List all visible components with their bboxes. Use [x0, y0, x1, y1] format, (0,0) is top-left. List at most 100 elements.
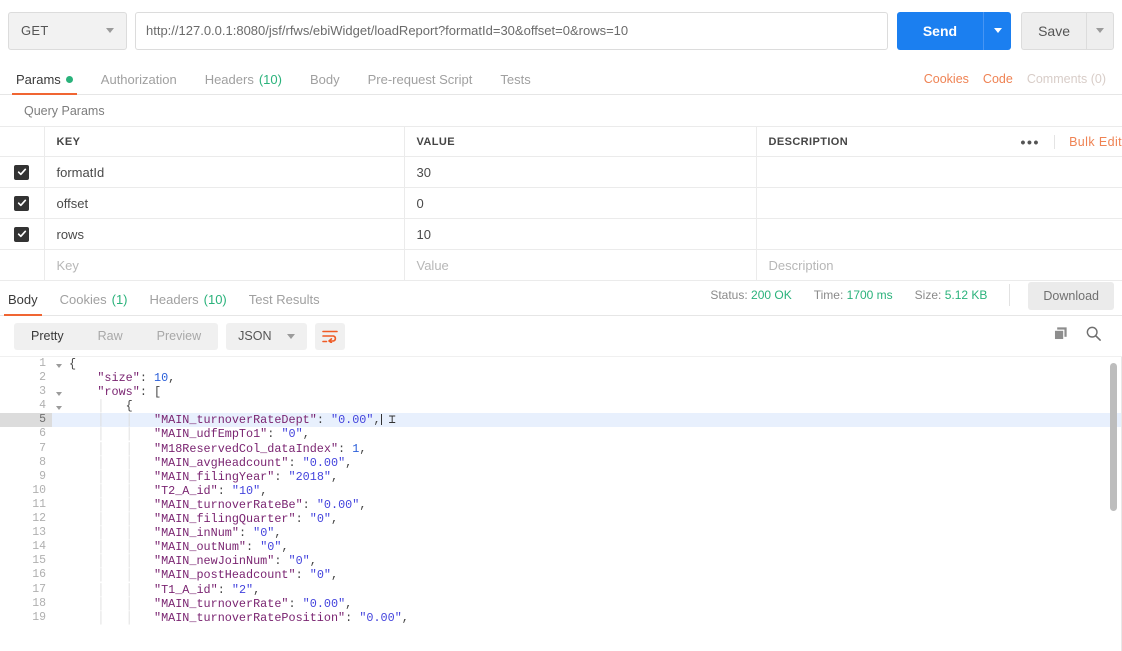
param-description[interactable] [756, 218, 1122, 250]
code-text: │ │ "MAIN_udfEmpTo1": "0", [65, 427, 1122, 441]
table-row[interactable]: formatId 30 [0, 156, 1122, 188]
table-row-placeholder[interactable]: Key Value Description [0, 249, 1122, 281]
request-tab-links: Cookies Code Comments (0) [924, 72, 1106, 94]
code-line[interactable]: 1{ [0, 357, 1122, 371]
line-number: 8 [39, 455, 46, 469]
response-tab-headers[interactable]: Headers (10) [150, 293, 227, 315]
more-options-icon[interactable]: ••• [1007, 135, 1055, 149]
send-button[interactable]: Send [896, 11, 984, 50]
code-line[interactable]: 5 │ │ "MAIN_turnoverRateDept": "0.00", ⌶ [0, 413, 1122, 428]
chevron-down-icon [1096, 28, 1104, 33]
fold-toggle-icon[interactable] [52, 399, 65, 413]
fold-toggle-icon[interactable] [52, 385, 65, 399]
tab-tests[interactable]: Tests [500, 73, 530, 94]
save-button[interactable]: Save [1021, 11, 1086, 50]
token-p: , [345, 455, 353, 470]
param-key[interactable]: offset [44, 187, 405, 219]
code-line[interactable]: 13 │ │ "MAIN_inNum": "0", [0, 526, 1122, 540]
code-line[interactable]: 9 │ │ "MAIN_filingYear": "2018", [0, 470, 1122, 484]
status-label: Status: [710, 288, 748, 302]
token-k: "MAIN_turnoverRateBe" [153, 497, 303, 512]
download-button[interactable]: Download [1028, 282, 1114, 310]
response-tab-cookies[interactable]: Cookies (1) [60, 293, 128, 315]
save-options-button[interactable] [1086, 11, 1114, 50]
tab-label: Test Results [248, 292, 320, 307]
send-options-button[interactable] [983, 11, 1012, 50]
table-row[interactable]: offset 0 [0, 187, 1122, 219]
comments-link[interactable]: Comments (0) [1027, 72, 1106, 86]
param-value-placeholder[interactable]: Value [404, 249, 757, 281]
code-link[interactable]: Code [983, 72, 1013, 86]
code-line[interactable]: 17 │ │ "T1_A_id": "2", [0, 583, 1122, 597]
param-value[interactable]: 30 [404, 156, 757, 188]
token-k: "MAIN_filingYear" [153, 469, 275, 484]
indent-guide: │ [125, 512, 154, 527]
tab-params[interactable]: Params [12, 73, 77, 95]
view-mode-raw[interactable]: Raw [81, 323, 140, 350]
checkbox-checked-icon[interactable] [14, 226, 30, 242]
table-row[interactable]: rows 10 [0, 218, 1122, 250]
code-line[interactable]: 4 │ { [0, 399, 1122, 413]
response-tab-test-results[interactable]: Test Results [249, 293, 320, 315]
code-line[interactable]: 7 │ │ "M18ReservedCol_dataIndex": 1, [0, 442, 1122, 456]
code-scroll-area[interactable]: 1{2 "size": 10, 3 "rows": [4 │ {5 │ │ "MA… [0, 357, 1122, 651]
checkbox-checked-icon[interactable] [14, 164, 30, 180]
fold-toggle-icon[interactable] [52, 357, 65, 371]
response-tab-body[interactable]: Body [4, 293, 42, 316]
indent-guide: │ [97, 413, 126, 428]
http-method-select[interactable]: GET [8, 11, 127, 50]
cookies-link[interactable]: Cookies [924, 72, 969, 86]
code-line[interactable]: 10 │ │ "T2_A_id": "10", [0, 484, 1122, 498]
code-line[interactable]: 6 │ │ "MAIN_udfEmpTo1": "0", [0, 427, 1122, 441]
checkbox-checked-icon[interactable] [14, 195, 30, 211]
url-input[interactable]: http://127.0.0.1:8080/jsf/rfws/ebiWidget… [135, 11, 888, 50]
word-wrap-button[interactable] [315, 322, 346, 350]
view-mode-preview[interactable]: Preview [140, 323, 218, 350]
column-header-key: KEY [44, 126, 405, 157]
scrollbar-thumb[interactable] [1110, 363, 1117, 511]
token-s: "0.00" [302, 596, 346, 611]
token-p: , [373, 413, 381, 428]
request-tabs: Params Authorization Headers (10) Body P… [12, 61, 559, 95]
search-button[interactable] [1085, 325, 1102, 347]
code-line[interactable]: 19 │ │ "MAIN_turnoverRatePosition": "0.0… [0, 611, 1122, 625]
code-text: │ │ "MAIN_newJoinNum": "0", [65, 554, 1122, 568]
code-line[interactable]: 18 │ │ "MAIN_turnoverRate": "0.00", [0, 597, 1122, 611]
indent-guide [69, 512, 97, 526]
copy-button[interactable] [1052, 325, 1069, 347]
tab-authorization[interactable]: Authorization [101, 73, 177, 94]
param-key[interactable]: formatId [44, 156, 405, 188]
code-vertical-scrollbar[interactable] [1108, 357, 1118, 651]
token-p: : [302, 497, 317, 512]
tab-body[interactable]: Body [310, 73, 340, 94]
code-line[interactable]: 8 │ │ "MAIN_avgHeadcount": "0.00", [0, 456, 1122, 470]
response-body-code[interactable]: 1{2 "size": 10, 3 "rows": [4 │ {5 │ │ "MA… [0, 356, 1122, 651]
indent-guide: │ [97, 427, 126, 442]
param-description[interactable] [756, 187, 1122, 219]
view-mode-pretty[interactable]: Pretty [14, 323, 81, 350]
code-line[interactable]: 14 │ │ "MAIN_outNum": "0", [0, 540, 1122, 554]
param-key[interactable]: rows [44, 218, 405, 250]
token-p: , [309, 554, 317, 569]
tab-pre-request-script[interactable]: Pre-request Script [368, 73, 473, 94]
param-value[interactable]: 10 [404, 218, 757, 250]
indent-guide: │ [125, 455, 154, 470]
param-description[interactable] [756, 156, 1122, 188]
code-line[interactable]: 2 "size": 10, [0, 371, 1122, 385]
response-format-select[interactable]: JSON [226, 322, 308, 350]
tab-headers[interactable]: Headers (10) [205, 73, 282, 94]
code-line[interactable]: 11 │ │ "MAIN_turnoverRateBe": "0.00", [0, 498, 1122, 512]
param-key-placeholder[interactable]: Key [44, 249, 405, 281]
param-description-placeholder[interactable]: Description [756, 249, 1122, 281]
code-line[interactable]: 12 │ │ "MAIN_filingQuarter": "0", [0, 512, 1122, 526]
bulk-edit-link[interactable]: Bulk Edit [1054, 135, 1122, 149]
http-method-label: GET [21, 23, 49, 38]
code-text: { [65, 357, 1122, 371]
code-line[interactable]: 3 "rows": [ [0, 385, 1122, 399]
tab-label: Cookies [59, 292, 107, 307]
copy-icon [1053, 327, 1067, 341]
code-line[interactable]: 16 │ │ "MAIN_postHeadcount": "0", [0, 568, 1122, 582]
indent-guide: │ [125, 497, 154, 512]
param-value[interactable]: 0 [404, 187, 757, 219]
code-line[interactable]: 15 │ │ "MAIN_newJoinNum": "0", [0, 554, 1122, 568]
